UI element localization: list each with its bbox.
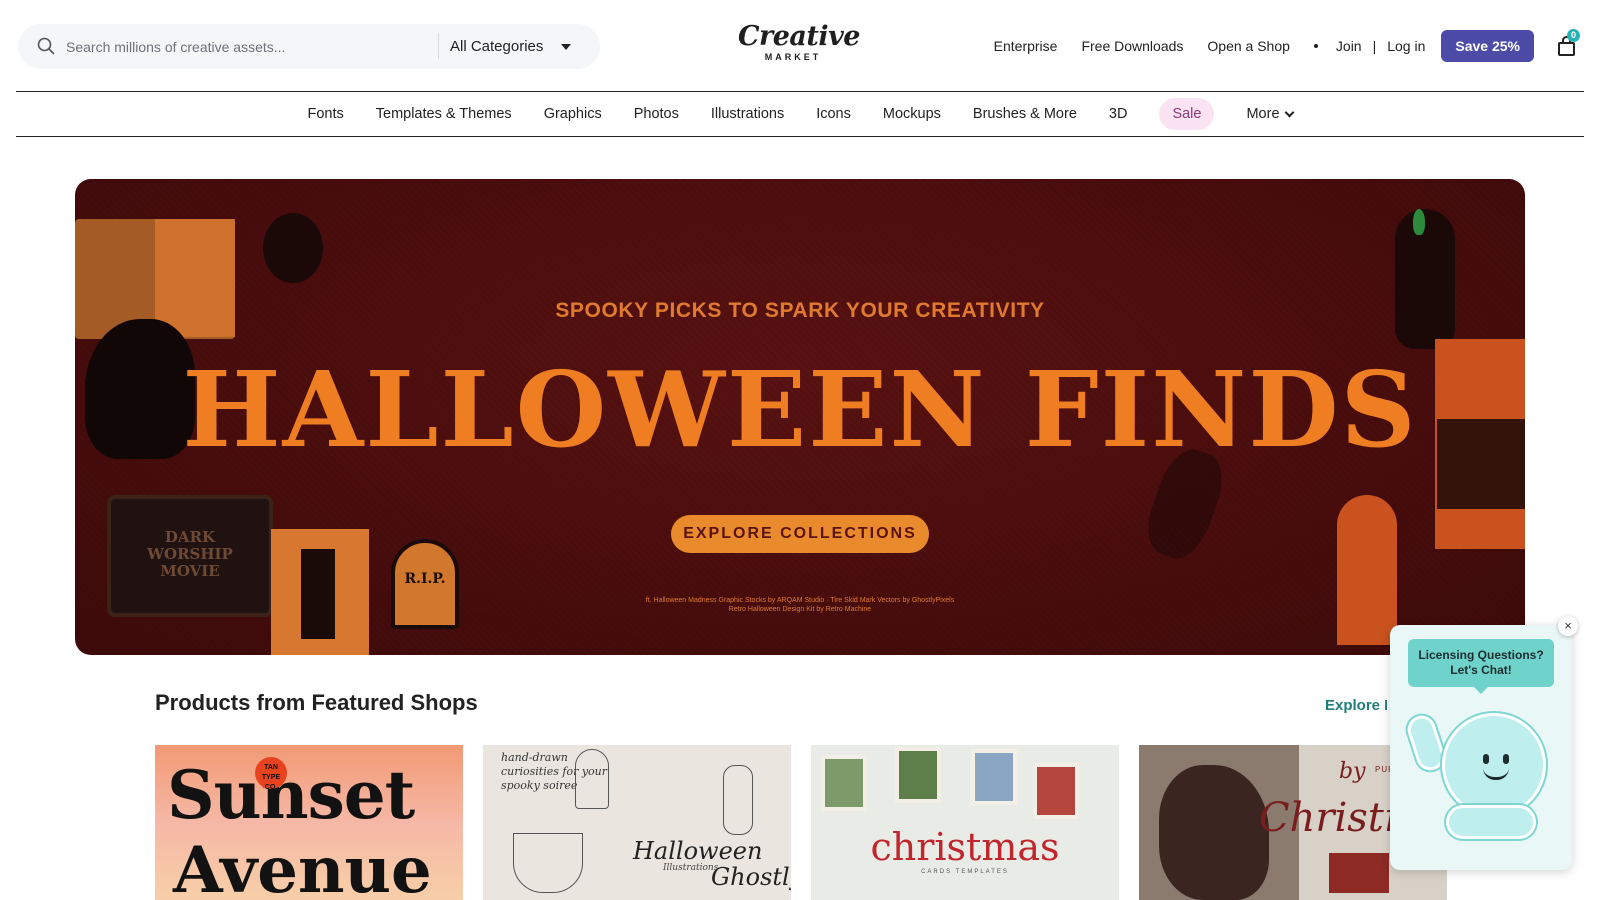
caret-down-icon	[561, 43, 572, 50]
mascot-leg	[1446, 805, 1536, 839]
hero-headline: HALLOWEEN FINDS	[182, 348, 1418, 471]
chevron-down-icon	[1284, 107, 1294, 117]
spider-illustration	[263, 213, 323, 283]
cart-icon[interactable]: 0	[1556, 29, 1580, 59]
card-3-title: christmas	[870, 825, 1060, 869]
creative-market-logo[interactable]: Creative MARKET	[738, 21, 860, 68]
hero-credits-line-1: ft. Halloween Madness Graphic Stocks by …	[645, 597, 955, 604]
logo-wordmark: Creative	[738, 21, 860, 52]
category-graphics[interactable]: Graphics	[528, 98, 618, 130]
nav-pipe-separator: |	[1372, 38, 1377, 54]
cart-count-badge: 0	[1567, 29, 1580, 42]
category-dropdown[interactable]: All Categories	[450, 24, 572, 69]
top-nav: Enterprise Free Downloads Open a Shop Jo…	[994, 29, 1584, 62]
chat-widget[interactable]: Licensing Questions? Let's Chat!	[1390, 625, 1572, 870]
search-icon[interactable]	[36, 36, 56, 56]
category-more-label: More	[1246, 106, 1280, 122]
card-photo-frame	[1033, 763, 1079, 819]
login-link[interactable]: Log in	[1387, 38, 1425, 54]
category-brushes-more[interactable]: Brushes & More	[957, 98, 1093, 130]
join-link[interactable]: Join	[1336, 38, 1362, 54]
nav-dot-separator	[1313, 44, 1318, 48]
category-templates-themes[interactable]: Templates & Themes	[360, 98, 528, 130]
category-fonts[interactable]: Fonts	[291, 98, 359, 130]
card-photo-frame	[821, 755, 867, 811]
mascot-smile	[1483, 768, 1509, 780]
card-4-by: by	[1339, 759, 1366, 784]
hero-kicker: SPOOKY PICKS TO SPARK YOUR CREATIVITY	[555, 299, 1045, 322]
mascot-eye	[1483, 754, 1489, 764]
search-input[interactable]	[66, 24, 426, 69]
skeleton-sketch	[723, 765, 753, 835]
cart-bag	[1558, 42, 1575, 56]
product-card[interactable]: christmas CARDS TEMPLATES	[811, 745, 1119, 900]
product-card[interactable]: Sunset Avenue TAN TYPE CO.	[155, 745, 463, 900]
category-more[interactable]: More	[1230, 98, 1308, 130]
card-photo-frame	[971, 749, 1017, 805]
category-nav: Fonts Templates & Themes Graphics Photos…	[16, 92, 1584, 137]
card-1-title-line-1: Sunset	[167, 756, 415, 834]
flame-illustration	[1413, 209, 1425, 235]
category-mockups[interactable]: Mockups	[867, 98, 957, 130]
house-photo	[1329, 853, 1389, 893]
category-illustrations[interactable]: Illustrations	[695, 98, 800, 130]
search-bar[interactable]: All Categories	[18, 24, 600, 69]
skull-candle-illustration	[1395, 209, 1455, 349]
site-header: All Categories Creative MARKET Enterpris…	[16, 0, 1584, 92]
mascot-eye	[1503, 754, 1509, 764]
card-2-title-2: Ghostly	[711, 863, 791, 891]
card-photo-frame	[895, 747, 941, 803]
category-icons[interactable]: Icons	[800, 98, 867, 130]
logo-subtext: MARKET	[764, 52, 822, 62]
gravestone-text: R.I.P.	[404, 571, 446, 587]
hero-credits-line-2: Retro Halloween Design Kit by Retro Mach…	[728, 606, 872, 613]
tan-type-badge: TAN TYPE CO.	[255, 757, 287, 791]
category-3d[interactable]: 3D	[1093, 98, 1144, 130]
mascot-icon	[1442, 713, 1546, 817]
save-25-button[interactable]: Save 25%	[1441, 30, 1534, 62]
chandelier-sketch	[513, 833, 583, 893]
chat-bubble[interactable]: Licensing Questions? Let's Chat!	[1408, 639, 1554, 694]
halloween-hero-banner[interactable]: DARK WORSHIP MOVIE R.I.P. SPOOKY PICKS T…	[75, 179, 1525, 655]
explore-collections-button[interactable]: EXPLORE COLLECTIONS	[671, 515, 929, 553]
card-1-title-line-2: Avenue	[173, 833, 432, 900]
product-card[interactable]: hand-drawn curiosities for your spooky s…	[483, 745, 791, 900]
category-photos[interactable]: Photos	[618, 98, 695, 130]
open-shop-link[interactable]: Open a Shop	[1207, 38, 1290, 54]
tv-text: DARK WORSHIP MOVIE	[147, 528, 233, 580]
paper-cutout	[1159, 765, 1269, 900]
zombie-hand-illustration	[1337, 495, 1397, 645]
card-2-title: Halloween	[633, 837, 763, 865]
free-downloads-link[interactable]: Free Downloads	[1081, 38, 1183, 54]
ghost-sketch	[575, 749, 609, 809]
category-sale[interactable]: Sale	[1159, 98, 1215, 130]
book-figure	[301, 549, 335, 639]
hero-credits: ft. Halloween Madness Graphic Stocks by …	[75, 596, 1525, 614]
category-dropdown-label: All Categories	[450, 38, 544, 55]
featured-shops-title: Products from Featured Shops	[155, 690, 478, 715]
close-icon[interactable]: ×	[1558, 616, 1578, 636]
enterprise-link[interactable]: Enterprise	[994, 38, 1058, 54]
search-divider	[438, 33, 439, 59]
explore-featured-link[interactable]: Explore F	[1325, 697, 1387, 714]
card-3-subtitle: CARDS TEMPLATES	[921, 869, 1009, 875]
